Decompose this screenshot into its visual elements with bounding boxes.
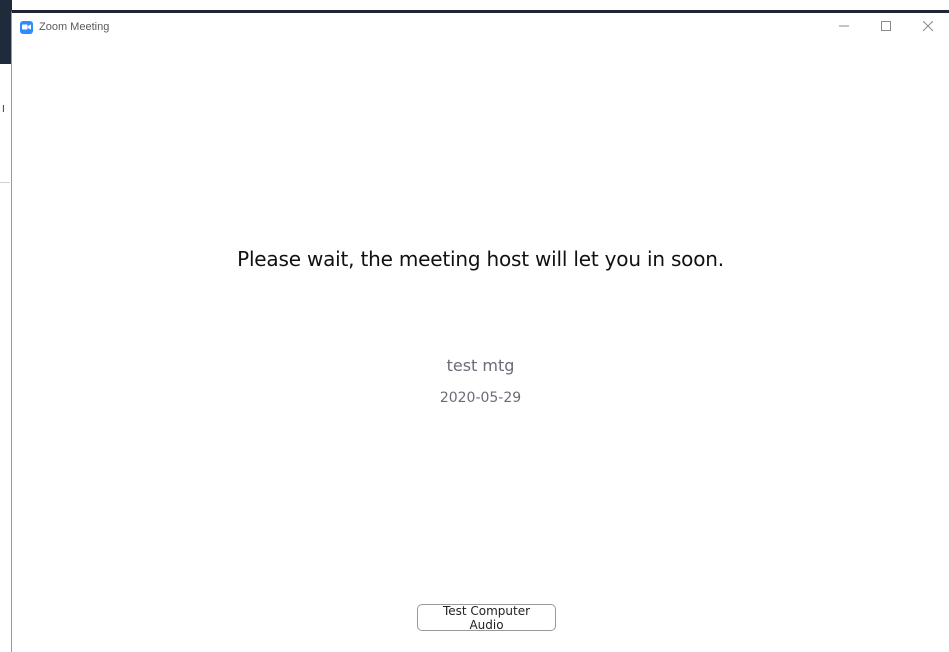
meeting-date: 2020-05-29 (439, 390, 522, 406)
maximize-icon (881, 18, 891, 36)
meeting-topic: test mtg (446, 356, 515, 375)
minimize-icon (839, 18, 849, 36)
window-title: Zoom Meeting (39, 21, 110, 33)
waiting-room-content: Please wait, the meeting host will let y… (12, 41, 949, 652)
close-icon (922, 18, 934, 36)
maximize-button[interactable] (865, 13, 907, 41)
zoom-camera-icon (20, 20, 33, 34)
background-app-glyph: I (2, 104, 5, 115)
screen: I Zoom Meeting Please wait, the meeting … (0, 0, 949, 652)
background-app-divider (0, 182, 10, 183)
test-computer-audio-button[interactable]: Test Computer Audio (417, 604, 556, 632)
window-controls (823, 13, 949, 41)
minimize-button[interactable] (823, 13, 865, 41)
waiting-message: Please wait, the meeting host will let y… (237, 247, 724, 271)
title-bar[interactable]: Zoom Meeting (12, 13, 949, 41)
zoom-meeting-window: Zoom Meeting Please wait, the meeting ho… (11, 10, 949, 652)
close-button[interactable] (907, 13, 949, 41)
